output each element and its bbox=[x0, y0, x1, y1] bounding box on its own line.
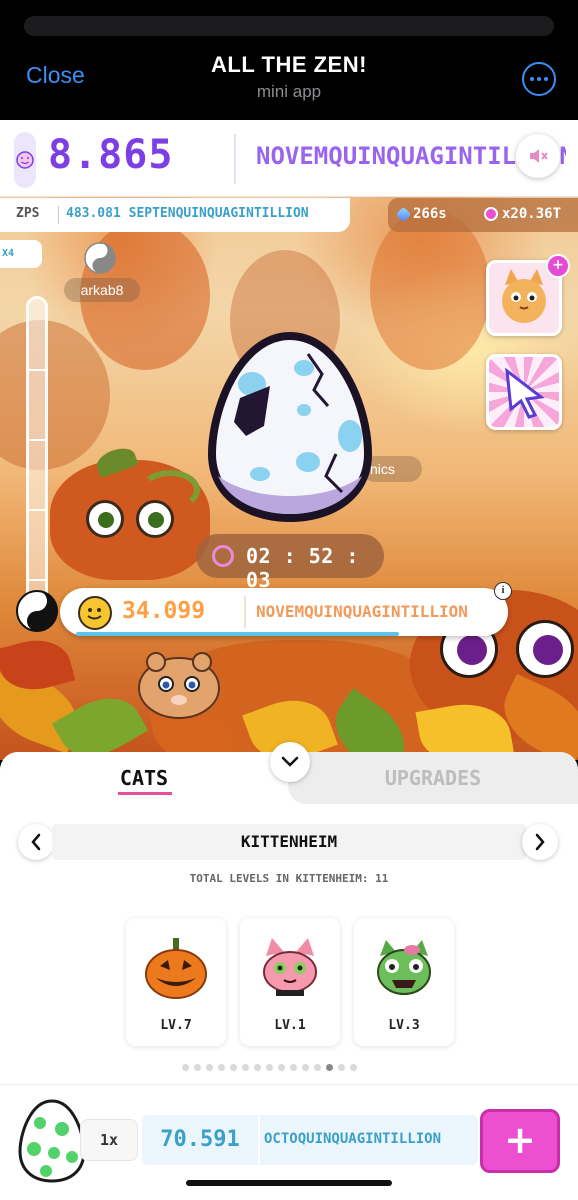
pagination-dot[interactable] bbox=[230, 1064, 237, 1071]
score-divider bbox=[234, 134, 236, 184]
app-title: ALL THE ZEN! bbox=[211, 52, 367, 77]
meter-tick bbox=[29, 439, 45, 441]
smiley-icon bbox=[78, 596, 112, 630]
pumpkin-vine bbox=[140, 470, 200, 510]
region-selector: KITTENHEIM bbox=[52, 824, 526, 860]
active-tab-indicator bbox=[118, 792, 172, 795]
price-divider bbox=[258, 1115, 260, 1165]
app-subtitle: mini app bbox=[256, 82, 322, 101]
egg-timer: 02 : 52 : 03 bbox=[196, 534, 384, 592]
green-egg-icon bbox=[18, 1099, 86, 1183]
multiplier-value: x20.36T bbox=[502, 206, 562, 222]
meter-tick bbox=[29, 509, 45, 511]
region-name: KITTENHEIM bbox=[240, 832, 338, 851]
pagination-dot[interactable] bbox=[218, 1064, 225, 1071]
pagination-dot[interactable] bbox=[254, 1064, 261, 1071]
pagination-dots bbox=[182, 1064, 357, 1071]
pumpkin-eye bbox=[86, 500, 124, 538]
pagination-dot[interactable] bbox=[206, 1064, 213, 1071]
jack-o-lantern-icon bbox=[144, 936, 208, 1000]
sheet-grab-handle bbox=[24, 16, 554, 36]
hamster-character[interactable] bbox=[134, 646, 224, 720]
chevron-down-icon[interactable] bbox=[270, 742, 310, 782]
zen-value: 34.099 bbox=[122, 598, 206, 624]
zps-value: 483.081 SEPTENQUINQUAGINTILLION bbox=[66, 206, 309, 221]
pagination-dot[interactable] bbox=[290, 1064, 297, 1071]
score-face-icon bbox=[14, 132, 36, 188]
price-display: 70.591 OCTOQUINQUAGINTILLION bbox=[142, 1115, 478, 1165]
pink-cat-icon bbox=[258, 936, 322, 1000]
home-indicator bbox=[186, 1180, 392, 1186]
zombie-cat-icon bbox=[372, 936, 436, 1000]
multiplier-icon bbox=[484, 207, 498, 221]
score-value: 8.865 bbox=[48, 132, 174, 178]
gems-counter: 266s bbox=[395, 206, 447, 222]
background-tree bbox=[370, 210, 490, 370]
tab-cats-label: CATS bbox=[119, 766, 169, 790]
meter-tick bbox=[29, 579, 45, 581]
zen-divider bbox=[244, 596, 246, 628]
pagination-dot[interactable] bbox=[194, 1064, 201, 1071]
price-unit: OCTOQUINQUAGINTILLION bbox=[264, 1131, 442, 1147]
card-level: LV.7 bbox=[160, 1018, 192, 1033]
multiplier-counter: x20.36T bbox=[484, 206, 561, 222]
price-value: 70.591 bbox=[160, 1127, 240, 1152]
zen-meter bbox=[26, 296, 48, 616]
bottom-panel: UPGRADES CATS KITTENHEIM TOTAL LEVELS IN… bbox=[0, 742, 578, 1200]
pagination-dot[interactable] bbox=[182, 1064, 189, 1071]
player-name-tag: arkab8 bbox=[64, 278, 140, 302]
info-icon[interactable]: i bbox=[494, 582, 512, 600]
card-level: LV.1 bbox=[274, 1018, 306, 1033]
pagination-dot[interactable] bbox=[338, 1064, 345, 1071]
tile-plus-icon: + bbox=[546, 254, 570, 278]
zps-divider bbox=[58, 206, 59, 224]
zps-bar: ZPS 483.081 SEPTENQUINQUAGINTILLION bbox=[0, 198, 350, 232]
score-bar: 8.865 NOVEMQUINQUAGINTILLION bbox=[0, 120, 578, 197]
zps-label: ZPS bbox=[16, 206, 40, 221]
pagination-dot[interactable] bbox=[242, 1064, 249, 1071]
mute-icon[interactable] bbox=[516, 134, 560, 178]
pagination-dot[interactable] bbox=[314, 1064, 321, 1071]
game-scene[interactable]: 8.865 NOVEMQUINQUAGINTILLION ZPS 483.081… bbox=[0, 120, 578, 760]
pagination-dot[interactable] bbox=[326, 1064, 333, 1071]
tab-upgrades[interactable]: UPGRADES bbox=[288, 752, 578, 804]
chevron-right-icon[interactable] bbox=[522, 824, 558, 860]
gems-value: 266s bbox=[413, 206, 447, 222]
cat-card[interactable]: LV.3 bbox=[354, 918, 454, 1046]
boost-badge-label: X4 bbox=[2, 248, 15, 259]
pagination-dot[interactable] bbox=[278, 1064, 285, 1071]
timer-ring-icon bbox=[212, 545, 234, 567]
currency-pill[interactable]: 266s x20.36T bbox=[388, 198, 578, 232]
zen-counter-pill: 34.099 NOVEMQUINQUAGINTILLION bbox=[60, 588, 508, 636]
egg-icon[interactable] bbox=[200, 326, 380, 526]
cat-card[interactable]: LV.1 bbox=[240, 918, 340, 1046]
background-tree bbox=[0, 320, 110, 470]
card-level: LV.3 bbox=[388, 1018, 420, 1033]
cursor-icon bbox=[505, 367, 545, 419]
auto-click-tile[interactable] bbox=[486, 354, 562, 430]
zen-unit: NOVEMQUINQUAGINTILLION bbox=[256, 602, 468, 621]
pagination-dot[interactable] bbox=[302, 1064, 309, 1071]
pagination-dot[interactable] bbox=[350, 1064, 357, 1071]
zen-progress-bar bbox=[76, 632, 399, 636]
timer-text: 02 : 52 : 03 bbox=[246, 544, 359, 592]
pumpkin-eye bbox=[516, 620, 574, 678]
buy-button[interactable]: + bbox=[480, 1109, 560, 1173]
total-levels-text: TOTAL LEVELS IN KITTENHEIM: 11 bbox=[189, 872, 389, 885]
quantity-selector[interactable]: 1x bbox=[80, 1119, 138, 1161]
tab-cats[interactable]: CATS bbox=[0, 752, 288, 804]
player-yin-yang-icon bbox=[84, 242, 116, 274]
more-icon[interactable] bbox=[522, 62, 556, 96]
gem-icon bbox=[395, 206, 412, 222]
mini-app-header: Close ALL THE ZEN! mini app bbox=[0, 36, 578, 120]
chevron-left-icon[interactable] bbox=[18, 824, 54, 860]
cat-card[interactable]: LV.7 bbox=[126, 918, 226, 1046]
pagination-dot[interactable] bbox=[266, 1064, 273, 1071]
yin-yang-icon[interactable] bbox=[16, 590, 58, 632]
boost-badge[interactable]: X4 bbox=[0, 240, 42, 268]
meter-tick bbox=[29, 369, 45, 371]
